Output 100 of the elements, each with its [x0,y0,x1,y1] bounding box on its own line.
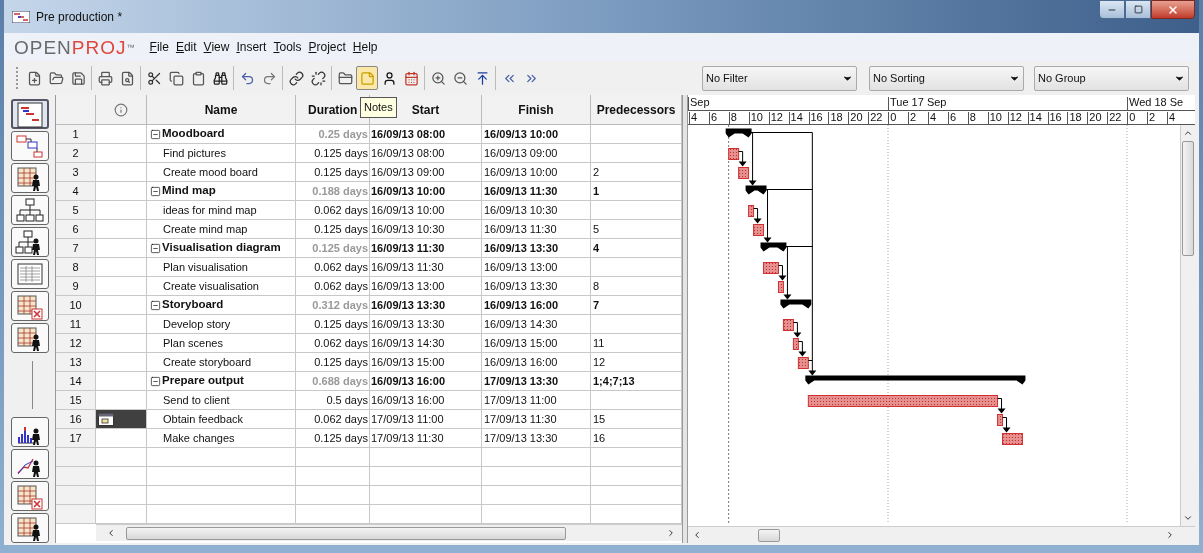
timescale-hour: 18 [828,112,843,124]
scroll-left-icon[interactable] [106,528,116,538]
indicator-cell[interactable] [96,372,147,391]
scroll-left-icon[interactable] [692,530,702,540]
task-name: Make changes [163,430,235,446]
menu-item[interactable]: File [149,38,169,56]
indicator-cell[interactable] [96,125,147,144]
indicator-cell[interactable] [96,239,147,258]
minimize-button[interactable] [1099,0,1125,19]
indicator-cell[interactable] [96,182,147,201]
scroll-right-icon[interactable] [666,528,676,538]
indicator-cell[interactable] [96,277,147,296]
menu-item[interactable]: View [203,38,230,56]
menu-item[interactable]: Tools [273,38,302,56]
row-number: 15 [56,391,96,410]
task-name: Create storyboard [163,354,252,370]
scroll-right-icon[interactable] [1165,530,1175,540]
table-cell [96,467,147,486]
collapse-icon[interactable] [150,299,161,311]
scrollbar-thumb[interactable] [1182,141,1194,256]
dropdown[interactable]: No Sorting [869,65,1024,91]
menu-item[interactable]: Insert [236,38,267,56]
view-button[interactable] [10,449,49,479]
collapse-icon[interactable] [150,185,161,197]
task-bar[interactable] [777,281,784,293]
table-cell: 0.062 days [296,410,370,429]
indicator-cell[interactable] [96,315,147,334]
dropdown[interactable]: No Filter [702,65,857,91]
vertical-scrollbar[interactable] [1180,125,1195,526]
menu-item[interactable]: Help [352,38,378,56]
summary-bar[interactable] [725,128,752,138]
view-button[interactable] [10,163,49,193]
table-cell: 16/09/13 10:00 [482,163,591,182]
task-bar[interactable] [738,167,750,179]
dropdown[interactable]: No Group [1034,65,1189,91]
indicator-cell[interactable] [96,144,147,163]
timescale-hour: 22 [1107,112,1122,124]
table-cell: 4 [591,239,682,258]
column-header[interactable]: Predecessors [591,95,682,125]
indicator-cell[interactable] [96,163,147,182]
collapse-icon[interactable] [150,375,161,387]
scroll-up-icon[interactable] [1183,128,1193,138]
close-button[interactable] [1151,0,1195,19]
view-button[interactable] [10,227,49,257]
unlink-icon [310,70,326,86]
horizontal-scrollbar[interactable] [688,526,1195,543]
collapse-icon[interactable] [150,128,161,140]
close-icon [1167,3,1179,16]
indicator-cell[interactable] [96,429,147,448]
menu-item[interactable]: Edit [175,38,197,56]
dependency-arrow [1002,417,1011,433]
column-header[interactable]: Finish [482,95,591,125]
link-icon [288,70,304,86]
row-number: 1 [56,125,96,144]
table-cell: 16/09/13 10:30 [370,220,482,239]
table-cell: 16/09/13 10:00 [370,182,482,201]
print-preview-icon [119,70,135,86]
collapse-icon[interactable] [150,242,161,254]
table-cell: 16/09/13 13:30 [482,277,591,296]
task-bar[interactable] [748,205,755,217]
view-button[interactable] [10,513,49,543]
view-button[interactable] [10,195,49,225]
view-button[interactable] [10,99,49,129]
menu-item[interactable]: Project [308,38,346,56]
task-bar[interactable] [728,148,740,160]
timescale-hour: 0 [1127,112,1136,124]
task-bar[interactable] [782,319,794,331]
indicator-cell[interactable] [96,410,147,429]
zoom-in-icon [430,70,446,86]
folder-icon [48,70,64,86]
dependency-arrow [792,322,802,338]
table-cell: 16/09/13 14:30 [482,315,591,334]
indicator-cell[interactable] [96,334,147,353]
indicator-cell[interactable] [96,220,147,239]
indicator-cell[interactable] [96,353,147,372]
task-bar[interactable] [792,338,799,350]
column-header[interactable]: Name [147,95,296,125]
maximize-button[interactable] [1125,0,1151,19]
note-icon [359,70,375,86]
row-number: 10 [56,296,96,315]
scrollbar-thumb[interactable] [126,526,566,540]
indicator-cell[interactable] [96,296,147,315]
indicator-cell[interactable] [96,201,147,220]
table-cell: 0.312 days [296,296,370,315]
task-bar[interactable] [797,357,809,369]
table-cell: 1;4;7;13 [591,372,682,391]
view-button[interactable] [10,323,49,353]
row-number: 6 [56,220,96,239]
timescale-hour: 12 [1007,112,1022,124]
scroll-down-icon[interactable] [1183,513,1193,523]
indicator-cell[interactable] [96,258,147,277]
table-cell: 0.062 days [296,277,370,296]
timescale-hour: 4 [928,112,937,124]
table-cell: 16/09/13 16:00 [370,391,482,410]
table-cell: 0.125 days [296,239,370,258]
row-number [56,486,96,505]
scrollbar-thumb[interactable] [758,528,780,542]
task-name: Plan scenes [163,335,223,351]
horizontal-scrollbar[interactable] [96,524,682,541]
view-button[interactable] [10,417,49,447]
